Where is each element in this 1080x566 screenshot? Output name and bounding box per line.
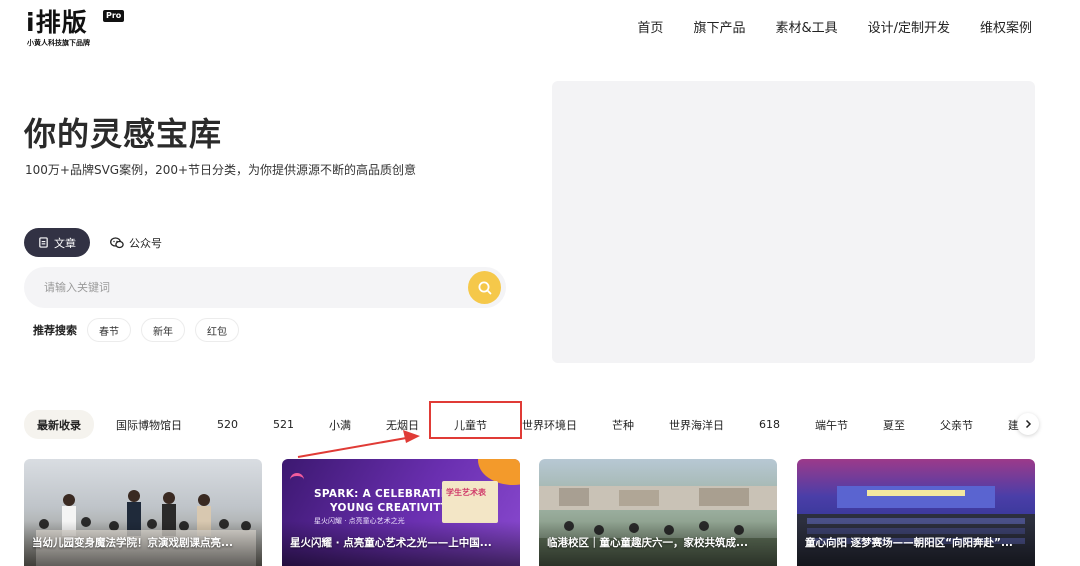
card-title: 童心向阳 逐梦赛场——朝阳区“向阳奔赴”...: [805, 537, 1013, 549]
card-title: 当幼儿园变身魔法学院！京演戏剧课点亮...: [32, 537, 233, 549]
category-latest[interactable]: 最新收录: [24, 410, 94, 439]
article-card[interactable]: SPARK: A CELEBRATING OF YOUNG CREATIVITY…: [282, 459, 520, 566]
category-item[interactable]: 芒种: [599, 410, 647, 439]
annotation-highlight-box: [429, 401, 522, 439]
logo-tagline: 小黄人科技旗下品牌: [27, 39, 90, 47]
decorative-shape: [290, 473, 304, 481]
document-icon: [39, 237, 48, 248]
category-bar: 最新收录 国际博物馆日 520 521 小满 无烟日 儿童节 世界环境日 芒种 …: [24, 410, 1040, 439]
recommended-label: 推荐搜索: [33, 324, 77, 337]
search-icon: [478, 281, 491, 294]
wechat-icon: [110, 236, 124, 248]
hero-subtitle: 100万+品牌SVG案例，200+节日分类，为你提供源源不断的高品质创意: [25, 163, 417, 177]
hero-banner-placeholder[interactable]: [552, 81, 1035, 363]
search-input[interactable]: [44, 267, 444, 308]
nav-design-dev[interactable]: 设计/定制开发: [868, 17, 950, 36]
category-item[interactable]: 父亲节: [927, 410, 986, 439]
category-item[interactable]: 夏至: [870, 410, 918, 439]
card-title: 临港校区｜童心童趣庆六一，家校共筑成...: [547, 537, 748, 549]
logo-wordmark: i排版: [26, 8, 88, 37]
article-card[interactable]: 当幼儿园变身魔法学院！京演戏剧课点亮...: [24, 459, 262, 566]
category-item[interactable]: 国际博物馆日: [103, 410, 195, 439]
hero-title: 你的灵感宝库: [24, 115, 223, 153]
article-card[interactable]: 临港校区｜童心童趣庆六一，家校共筑成...: [539, 459, 777, 566]
card-poster-board: 学生艺术表: [442, 481, 498, 523]
card-title: 星火闪耀 · 点亮童心艺术之光——上中国...: [290, 537, 492, 549]
content-type-tabs: 文章 公众号: [24, 228, 182, 257]
top-header: i排版 Pro 小黄人科技旗下品牌 首页 旗下产品 素材&工具 设计/定制开发 …: [0, 0, 1080, 56]
tab-official-accounts[interactable]: 公众号: [96, 228, 176, 257]
category-item[interactable]: 无烟日: [373, 410, 432, 439]
category-item[interactable]: 618: [746, 410, 793, 439]
nav-rights-cases[interactable]: 维权案例: [980, 17, 1032, 36]
search-bar: [24, 267, 506, 308]
tab-articles[interactable]: 文章: [24, 228, 90, 257]
logo[interactable]: i排版 Pro 小黄人科技旗下品牌: [26, 8, 126, 48]
category-next-button[interactable]: [1017, 413, 1039, 435]
recommended-searches: 推荐搜索 春节 新年 红包: [33, 318, 249, 342]
category-item[interactable]: 小满: [316, 410, 364, 439]
card-poster-board-text: 学生艺术表: [446, 488, 486, 497]
nav-home[interactable]: 首页: [637, 17, 663, 36]
recommend-tag[interactable]: 新年: [141, 318, 185, 342]
tab-articles-label: 文章: [54, 236, 76, 250]
category-item[interactable]: 520: [204, 410, 251, 439]
article-card[interactable]: 童心向阳 逐梦赛场——朝阳区“向阳奔赴”...: [797, 459, 1035, 566]
logo-pro-badge: Pro: [103, 10, 125, 22]
main-nav: 首页 旗下产品 素材&工具 设计/定制开发 维权案例: [607, 0, 1032, 52]
search-button[interactable]: [468, 271, 501, 304]
recommend-tag[interactable]: 红包: [195, 318, 239, 342]
nav-materials-tools[interactable]: 素材&工具: [775, 17, 837, 36]
category-item[interactable]: 端午节: [802, 410, 861, 439]
recommend-tag[interactable]: 春节: [87, 318, 131, 342]
chevron-right-icon: [1025, 419, 1032, 429]
nav-products[interactable]: 旗下产品: [693, 17, 745, 36]
category-item[interactable]: 521: [260, 410, 307, 439]
tab-official-accounts-label: 公众号: [129, 236, 162, 250]
category-item[interactable]: 世界海洋日: [656, 410, 737, 439]
